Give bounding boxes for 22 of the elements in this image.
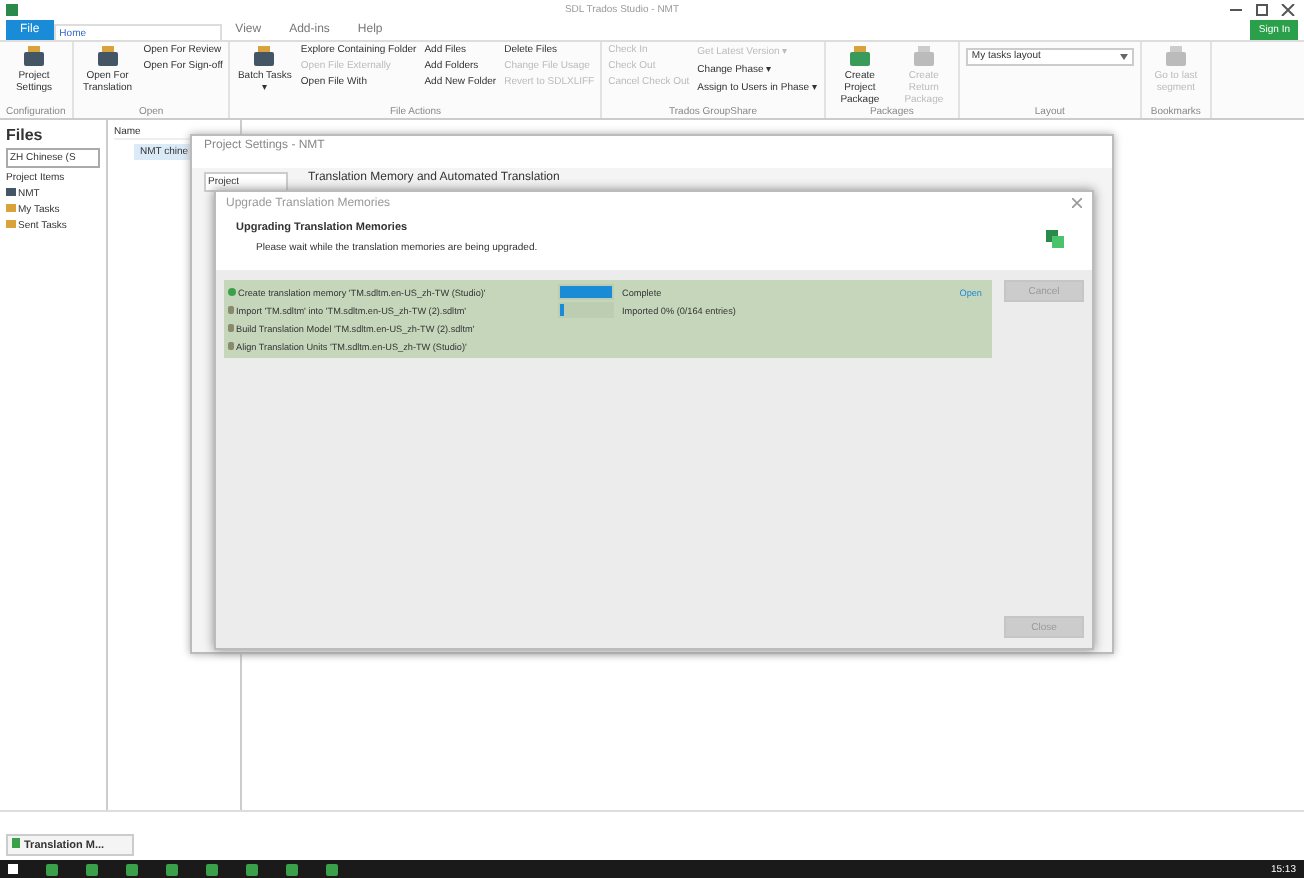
panel-title: Files <box>6 126 45 144</box>
taskbar-app-icon[interactable] <box>46 863 58 875</box>
taskbar-app-icon[interactable] <box>206 863 218 875</box>
taskbar-app-icon[interactable] <box>326 863 338 875</box>
translation-memory-icon <box>1046 229 1064 247</box>
taskbar-app-icon[interactable] <box>86 863 98 875</box>
toolbar-icon <box>22 46 46 68</box>
toolbar-icon <box>95 46 120 68</box>
restore-icon[interactable] <box>1252 4 1272 16</box>
toolbar-icon <box>252 46 277 68</box>
close-icon[interactable] <box>1278 4 1298 16</box>
taskbar-app-icon[interactable] <box>166 863 178 875</box>
minimize-icon[interactable] <box>1226 4 1246 16</box>
caret-icon <box>1119 54 1128 60</box>
taskbar-app-icon[interactable] <box>126 863 138 875</box>
taskbar-app-icon[interactable] <box>286 863 298 875</box>
taskbar-app-icon[interactable] <box>246 863 258 875</box>
toolbar-icon <box>1163 46 1188 68</box>
toolbar-icon <box>911 46 936 68</box>
app-icon <box>6 4 18 16</box>
start-icon[interactable] <box>8 864 18 874</box>
toolbar-icon <box>847 46 872 68</box>
